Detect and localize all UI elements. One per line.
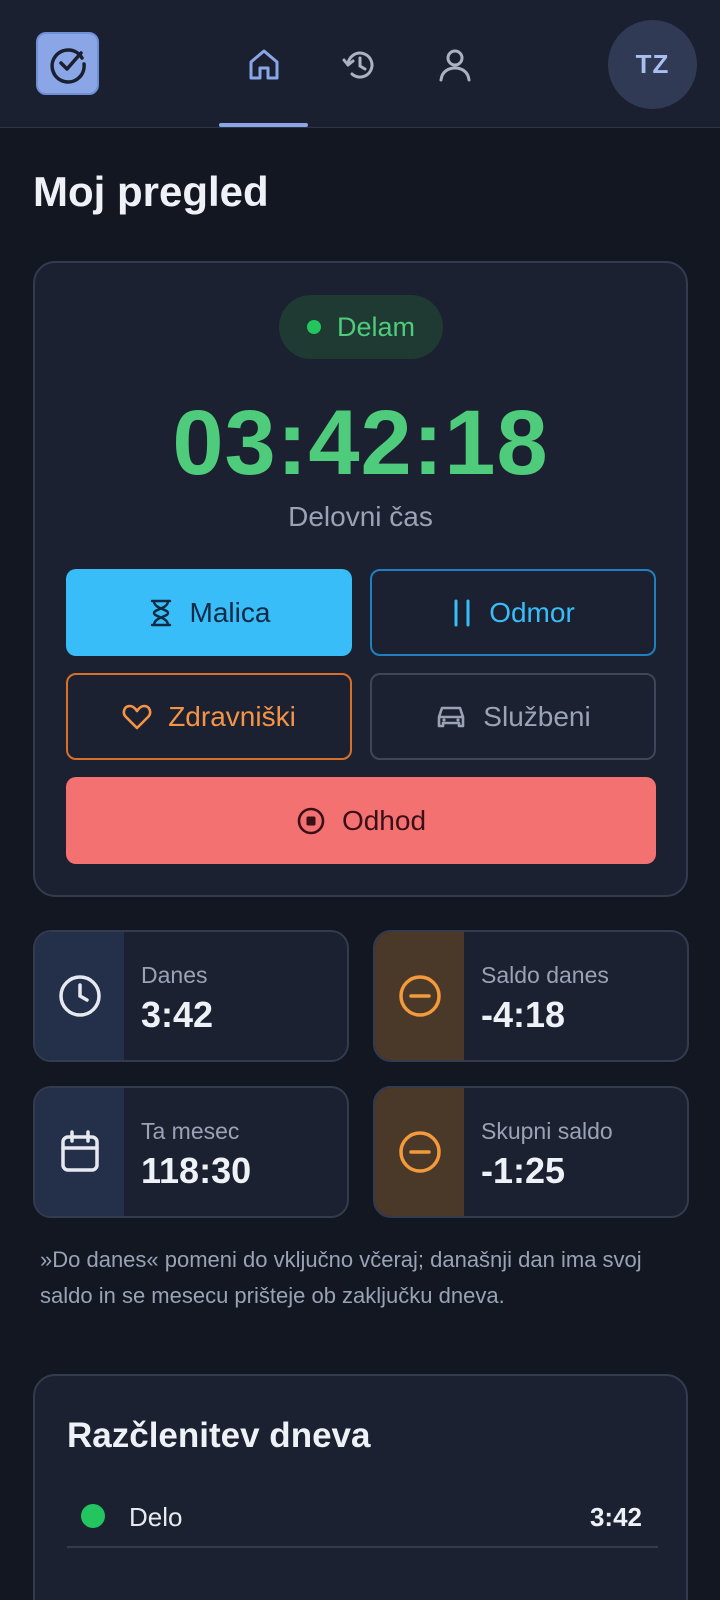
odmor-button[interactable]: Odmor bbox=[370, 569, 656, 656]
nav-home[interactable] bbox=[239, 40, 289, 90]
odhod-button[interactable]: Odhod bbox=[66, 777, 656, 864]
app-logo[interactable] bbox=[36, 32, 99, 95]
malica-label: Malica bbox=[189, 596, 271, 628]
stop-circle-icon bbox=[297, 807, 325, 834]
stat-card-danes: Danes 3:42 bbox=[33, 930, 349, 1062]
row-value: 3:42 bbox=[589, 1502, 642, 1532]
stat-value: 118:30 bbox=[141, 1150, 252, 1191]
list-item: Delo 3:42 bbox=[67, 1476, 658, 1548]
minus-circle-icon bbox=[398, 975, 441, 1017]
category-dot bbox=[81, 1504, 105, 1528]
clock-icon bbox=[58, 975, 101, 1017]
top-bar: TZ bbox=[0, 0, 720, 128]
nav-active-indicator bbox=[219, 123, 308, 127]
clock-check-icon bbox=[49, 47, 86, 84]
sluzbeni-button[interactable]: Službeni bbox=[370, 673, 656, 760]
breakdown-title: Razčlenitev dneva bbox=[67, 1416, 371, 1455]
malica-button[interactable]: Malica bbox=[66, 569, 352, 656]
zdravniski-label: Zdravniški bbox=[168, 700, 296, 732]
hourglass-icon bbox=[150, 599, 171, 626]
home-icon bbox=[249, 49, 279, 80]
avatar[interactable]: TZ bbox=[608, 20, 697, 109]
nav-history[interactable] bbox=[334, 40, 384, 90]
stat-card-ta-mesec: Ta mesec 118:30 bbox=[33, 1086, 349, 1218]
stat-value: -1:25 bbox=[481, 1150, 566, 1191]
status-text: Delam bbox=[336, 311, 416, 342]
stat-value: 3:42 bbox=[141, 994, 214, 1035]
status-dot bbox=[306, 320, 321, 334]
stat-card-skupni-saldo: Skupni saldo -1:25 bbox=[373, 1086, 689, 1218]
stat-value: -4:18 bbox=[481, 994, 566, 1035]
odhod-label: Odhod bbox=[341, 804, 427, 836]
user-icon bbox=[439, 49, 471, 82]
stat-card-saldo-danes: Saldo danes -4:18 bbox=[373, 930, 689, 1062]
zdravniski-button[interactable]: Zdravniški bbox=[66, 673, 352, 760]
minus-circle-icon bbox=[398, 1131, 441, 1173]
history-icon bbox=[342, 51, 374, 79]
timer-card: Delam 03:42:18 Delovni čas Malica Odmor … bbox=[33, 261, 688, 897]
balance-note: »Do danes« pomeni do vključno včeraj; da… bbox=[40, 1247, 642, 1308]
calendar-icon bbox=[60, 1130, 99, 1172]
nav-profile[interactable] bbox=[430, 40, 480, 90]
stat-label: Skupni saldo bbox=[481, 1118, 613, 1144]
heart-icon bbox=[122, 704, 152, 729]
day-breakdown-card: Razčlenitev dneva Delo 3:42 bbox=[33, 1374, 688, 1600]
timer-value: 03:42:18 bbox=[172, 392, 549, 494]
page-title: Moj pregled bbox=[33, 168, 269, 215]
stat-label: Ta mesec bbox=[141, 1118, 240, 1144]
timer-label: Delovni čas bbox=[288, 501, 433, 532]
pause-icon bbox=[454, 599, 470, 626]
row-label: Delo bbox=[129, 1502, 183, 1532]
stat-label: Saldo danes bbox=[481, 962, 609, 988]
status-badge: Delam bbox=[279, 295, 443, 359]
sluzbeni-label: Službeni bbox=[483, 700, 591, 732]
odmor-label: Odmor bbox=[489, 596, 575, 628]
car-icon bbox=[437, 706, 465, 727]
stat-label: Danes bbox=[141, 962, 208, 988]
